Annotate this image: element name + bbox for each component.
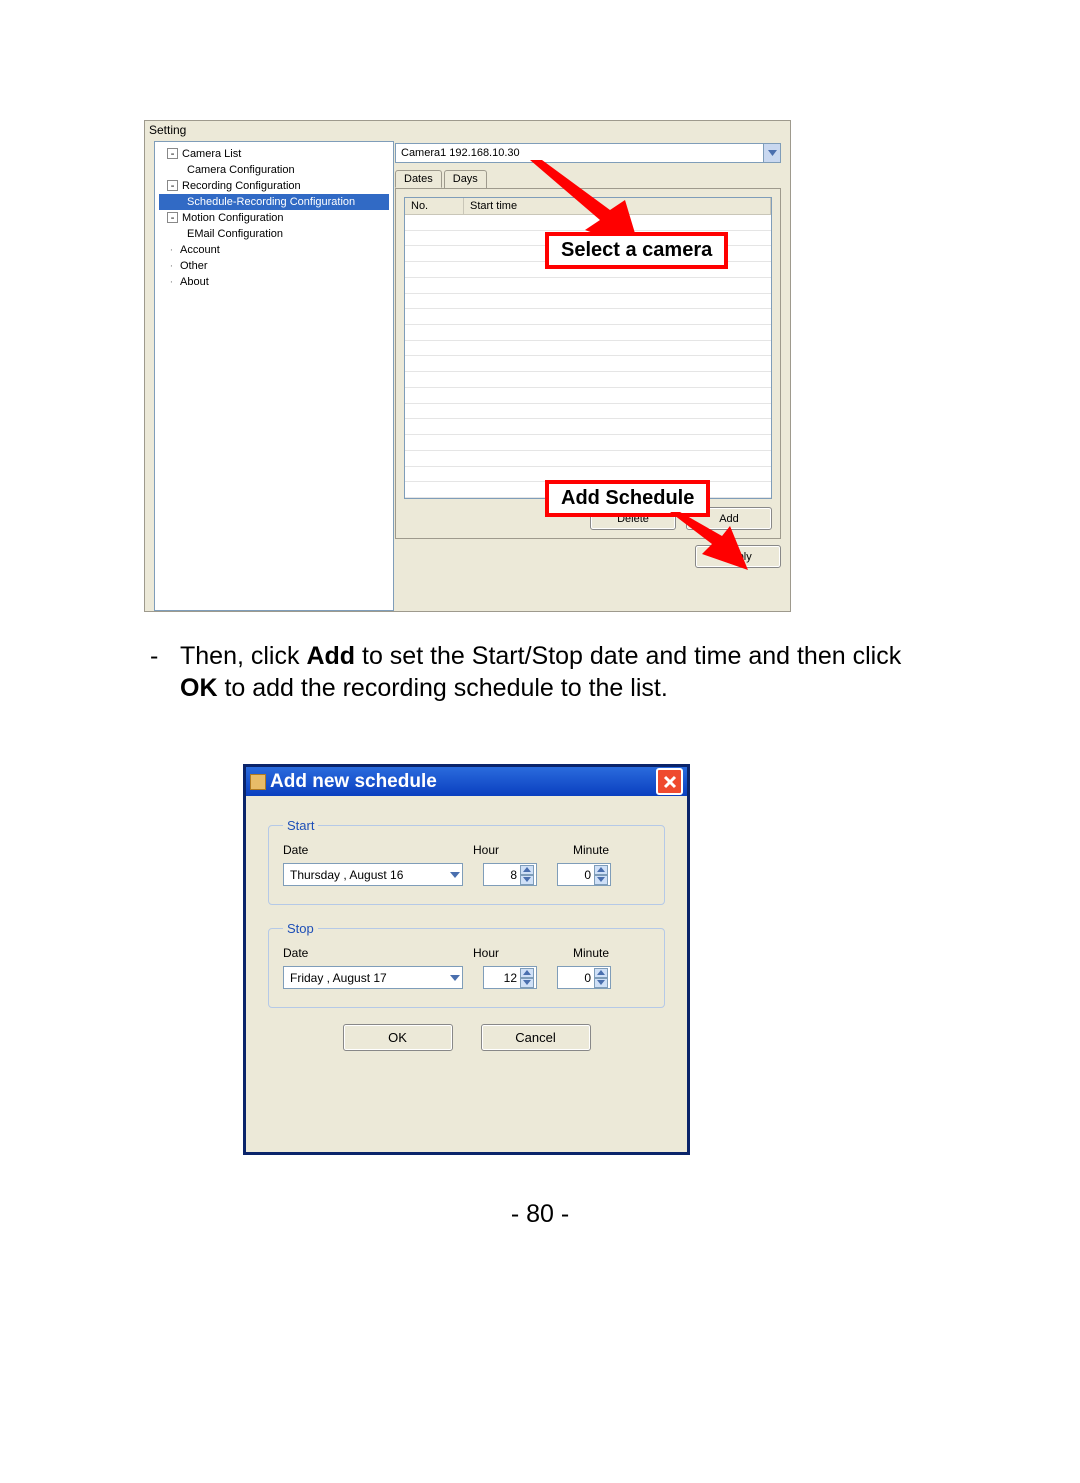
dialog-titlebar[interactable]: Add new schedule [246, 767, 687, 796]
cancel-button[interactable]: Cancel [481, 1024, 591, 1051]
ok-button[interactable]: OK [343, 1024, 453, 1051]
table-row[interactable] [405, 404, 771, 420]
tree-item-label: EMail Configuration [187, 228, 283, 240]
chevron-down-icon[interactable] [763, 144, 780, 162]
start-group: Start Date Hour Minute Thursday , August… [268, 818, 665, 905]
start-hour-spinner[interactable]: 8 [483, 863, 537, 886]
chevron-down-icon[interactable] [594, 978, 608, 988]
tree-item-label: Motion Configuration [182, 212, 284, 224]
tab-dates[interactable]: Dates [395, 170, 442, 188]
chevron-down-icon[interactable] [520, 978, 534, 988]
tree-item[interactable]: -Camera List [159, 146, 389, 162]
table-row[interactable] [405, 419, 771, 435]
table-row[interactable] [405, 356, 771, 372]
tree-item-label: Recording Configuration [182, 180, 301, 192]
table-row[interactable] [405, 309, 771, 325]
label-hour: Hour [473, 946, 573, 960]
close-icon [663, 775, 677, 789]
arrow-to-add-button [670, 512, 750, 572]
label-date: Date [283, 946, 473, 960]
stop-legend: Stop [283, 921, 318, 936]
dialog-icon [250, 774, 266, 790]
tree-item-label: Camera List [182, 148, 241, 160]
label-minute: Minute [573, 946, 609, 960]
chevron-up-icon[interactable] [594, 968, 608, 978]
stop-hour-spinner[interactable]: 12 [483, 966, 537, 989]
collapse-icon[interactable]: - [167, 212, 178, 223]
label-hour: Hour [473, 843, 573, 857]
chevron-up-icon[interactable] [520, 968, 534, 978]
tree-item[interactable]: ·Other [159, 258, 389, 274]
table-row[interactable] [405, 388, 771, 404]
tree-item[interactable]: ·Account [159, 242, 389, 258]
tree-item[interactable]: -Recording Configuration [159, 178, 389, 194]
table-row[interactable] [405, 341, 771, 357]
tab-days[interactable]: Days [444, 170, 487, 188]
chevron-down-icon[interactable] [594, 875, 608, 885]
table-row[interactable] [405, 451, 771, 467]
tree-item-label: About [180, 276, 209, 288]
tree-item[interactable]: ·About [159, 274, 389, 290]
tree-item-label: Schedule-Recording Configuration [187, 196, 355, 208]
close-button[interactable] [656, 768, 683, 795]
collapse-icon[interactable]: - [167, 180, 178, 191]
tree-item[interactable]: Camera Configuration [159, 162, 389, 178]
settings-tree[interactable]: -Camera ListCamera Configuration-Recordi… [154, 141, 394, 611]
window-title: Setting [145, 121, 790, 141]
stop-minute-spinner[interactable]: 0 [557, 966, 611, 989]
start-legend: Start [283, 818, 318, 833]
instruction-text: - Then, click Add to set the Start/Stop … [180, 640, 930, 704]
chevron-down-icon [450, 872, 460, 878]
tree-item[interactable]: EMail Configuration [159, 226, 389, 242]
chevron-up-icon[interactable] [594, 865, 608, 875]
tree-item-label: Account [180, 244, 220, 256]
label-date: Date [283, 843, 473, 857]
page-number: - 80 - [0, 1200, 1080, 1229]
tree-item[interactable]: -Motion Configuration [159, 210, 389, 226]
table-row[interactable] [405, 372, 771, 388]
chevron-down-icon [450, 975, 460, 981]
start-date-picker[interactable]: Thursday , August 16 [283, 863, 463, 886]
tree-item[interactable]: Schedule-Recording Configuration [159, 194, 389, 210]
chevron-up-icon[interactable] [520, 865, 534, 875]
stop-date-picker[interactable]: Friday , August 17 [283, 966, 463, 989]
chevron-down-icon[interactable] [520, 875, 534, 885]
camera-select-value: Camera1 192.168.10.30 [396, 147, 763, 159]
table-row[interactable] [405, 435, 771, 451]
stop-group: Stop Date Hour Minute Friday , August 17… [268, 921, 665, 1008]
table-row[interactable] [405, 278, 771, 294]
label-minute: Minute [573, 843, 609, 857]
col-no[interactable]: No. [405, 198, 464, 215]
dialog-title: Add new schedule [266, 771, 437, 793]
callout-select-camera: Select a camera [545, 232, 728, 269]
table-row[interactable] [405, 325, 771, 341]
add-schedule-dialog: Add new schedule Start Date Hour Minute … [243, 764, 690, 1155]
tree-item-label: Camera Configuration [187, 164, 295, 176]
start-minute-spinner[interactable]: 0 [557, 863, 611, 886]
table-row[interactable] [405, 294, 771, 310]
collapse-icon[interactable]: - [167, 148, 178, 159]
tree-item-label: Other [180, 260, 208, 272]
